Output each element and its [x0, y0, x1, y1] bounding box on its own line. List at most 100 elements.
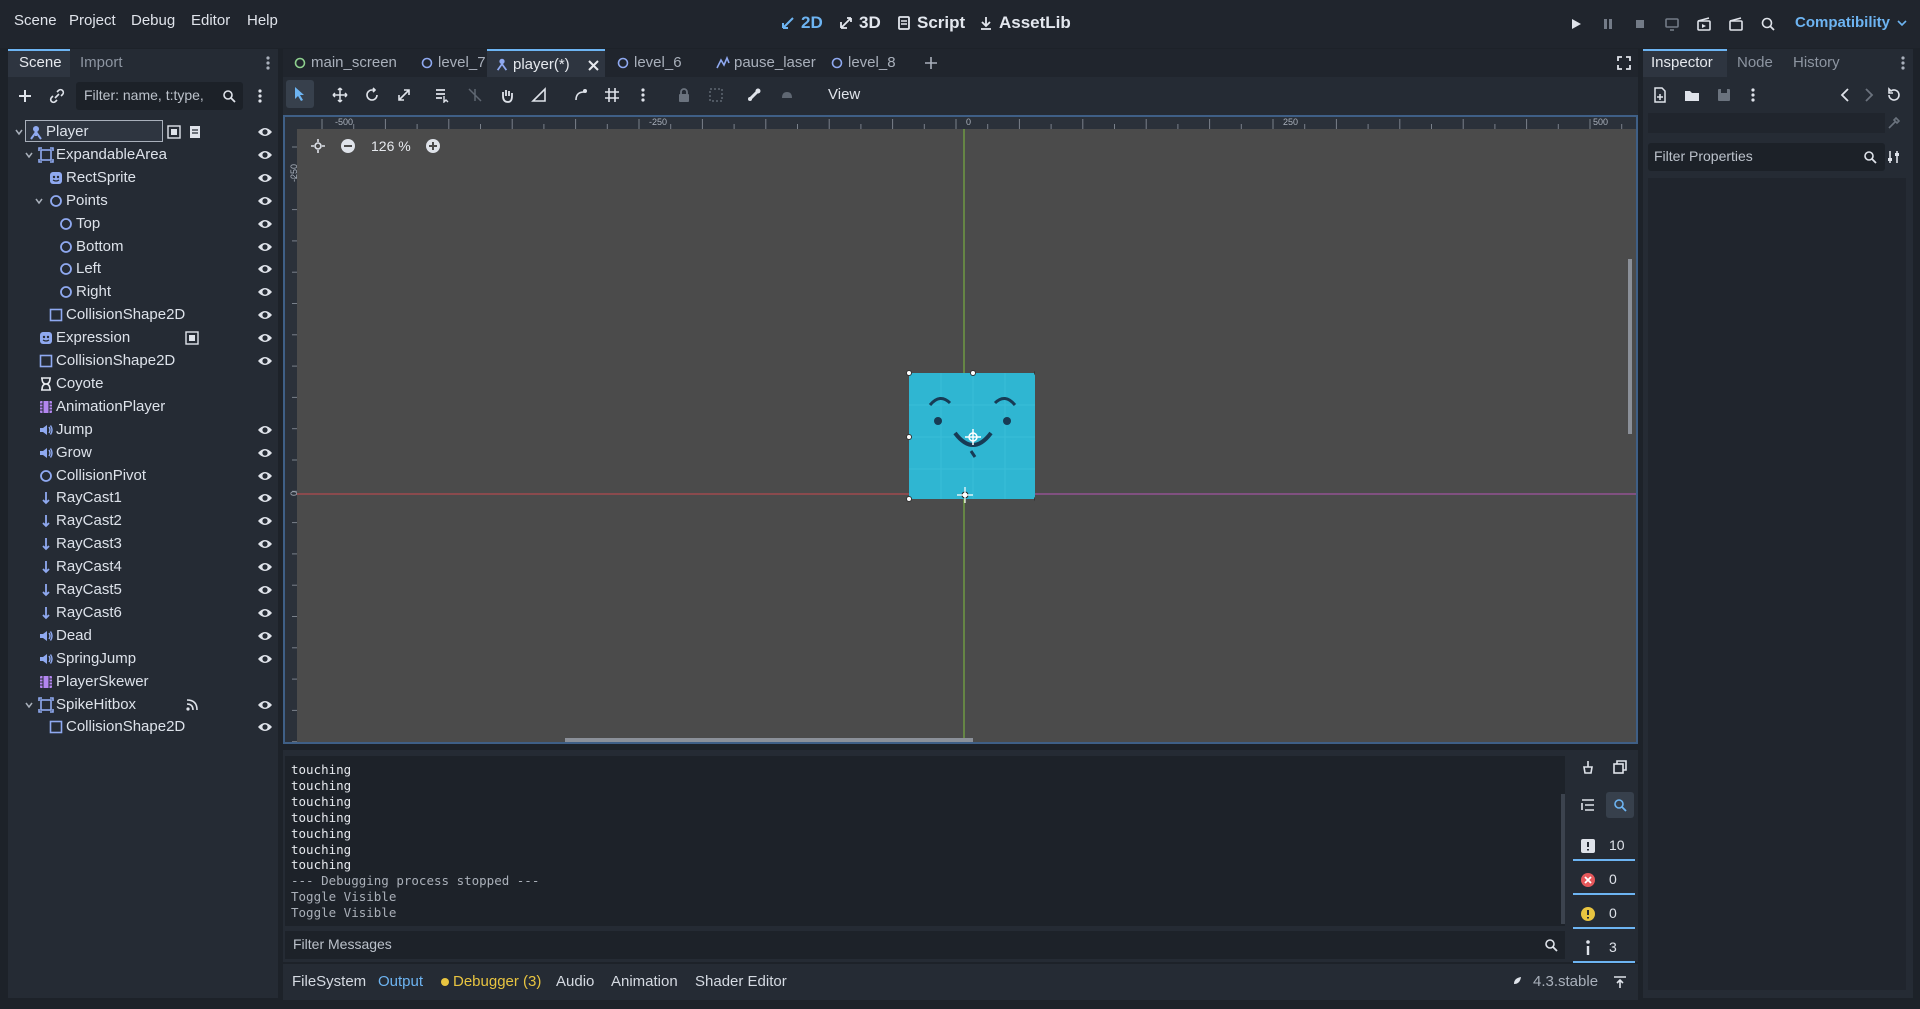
visibility-eye-icon[interactable]: [257, 446, 273, 460]
editor-tab[interactable]: level_6: [608, 49, 706, 77]
zoom-level[interactable]: 126 %: [371, 138, 411, 154]
filter-messages-toggle[interactable]: 10: [1573, 831, 1635, 861]
editor-tab[interactable]: level_7: [412, 49, 486, 77]
visibility-eye-icon[interactable]: [257, 331, 273, 345]
center-view-icon[interactable]: [310, 138, 326, 154]
visibility-eye-icon[interactable]: [257, 720, 273, 734]
tab-debugger[interactable]: Debugger (3): [453, 973, 541, 990]
filter-errors-toggle[interactable]: 0: [1573, 865, 1635, 895]
visibility-eye-icon[interactable]: [257, 583, 273, 597]
tab-scene[interactable]: Scene: [8, 49, 70, 77]
editor-tab[interactable]: main_screen: [285, 49, 410, 77]
renderer-selector[interactable]: Compatibility: [1795, 14, 1890, 31]
tree-node-collisionshape2d[interactable]: CollisionShape2D: [8, 713, 278, 741]
menu-project[interactable]: Project: [69, 12, 116, 29]
instance-icon[interactable]: [167, 125, 181, 139]
add-node-icon[interactable]: [17, 88, 33, 104]
new-resource-icon[interactable]: [1652, 87, 1668, 103]
object-history-icon[interactable]: [1886, 87, 1902, 103]
close-icon[interactable]: [588, 60, 599, 71]
signal-icon[interactable]: [185, 698, 199, 712]
zoom-out-icon[interactable]: [340, 138, 356, 154]
chevron-down-icon[interactable]: [14, 127, 24, 137]
filter-info-toggle[interactable]: 3: [1573, 933, 1635, 963]
visibility-eye-icon[interactable]: [257, 308, 273, 322]
visibility-eye-icon[interactable]: [257, 125, 273, 139]
visibility-eye-icon[interactable]: [257, 469, 273, 483]
grid-snap-icon[interactable]: [604, 87, 620, 103]
visibility-eye-icon[interactable]: [257, 537, 273, 551]
open-folder-icon[interactable]: [1684, 87, 1700, 103]
workspace-2d-button[interactable]: 2D: [780, 13, 823, 33]
visibility-eye-icon[interactable]: [257, 514, 273, 528]
tab-output[interactable]: Output: [378, 973, 423, 990]
resource-options-icon[interactable]: [1751, 87, 1755, 103]
chevron-down-icon[interactable]: [24, 700, 34, 710]
visibility-eye-icon[interactable]: [257, 262, 273, 276]
bone-icon[interactable]: [746, 87, 762, 103]
visibility-eye-icon[interactable]: [257, 217, 273, 231]
remote-debug-button[interactable]: [1662, 14, 1682, 34]
distraction-free-icon[interactable]: [1616, 55, 1632, 71]
inspector-settings-icon[interactable]: [1886, 149, 1902, 165]
lock-icon[interactable]: [676, 87, 692, 103]
visibility-eye-icon[interactable]: [257, 560, 273, 574]
visibility-eye-icon[interactable]: [257, 698, 273, 712]
visibility-eye-icon[interactable]: [257, 285, 273, 299]
menu-editor[interactable]: Editor: [191, 12, 230, 29]
pan-tool-icon[interactable]: [499, 87, 515, 103]
pivot-tool-icon[interactable]: [467, 87, 483, 103]
smart-snap-icon[interactable]: [573, 87, 589, 103]
scene-filter-input[interactable]: Filter: name, t:type,: [76, 82, 243, 110]
player-sprite[interactable]: [895, 365, 1035, 505]
workspace-3d-button[interactable]: 3D: [838, 13, 881, 33]
menu-debug[interactable]: Debug: [131, 12, 175, 29]
output-scrollbar[interactable]: [1561, 794, 1565, 924]
clear-output-icon[interactable]: [1580, 759, 1596, 775]
group-icon[interactable]: [708, 87, 724, 103]
visibility-eye-icon[interactable]: [257, 354, 273, 368]
visibility-eye-icon[interactable]: [257, 491, 273, 505]
update-spinner-icon[interactable]: [1508, 974, 1524, 990]
rotate-tool-icon[interactable]: [364, 87, 380, 103]
select-tool-button[interactable]: [286, 80, 314, 108]
visibility-eye-icon[interactable]: [257, 629, 273, 643]
link-icon[interactable]: [49, 88, 65, 104]
dock-menu-icon[interactable]: [266, 55, 270, 71]
visibility-eye-icon[interactable]: [257, 606, 273, 620]
tab-audio[interactable]: Audio: [556, 973, 594, 990]
canvas-viewport[interactable]: -500 -250 0 250 500 -250 0 126 %: [283, 115, 1638, 744]
snap-options-icon[interactable]: [641, 87, 645, 103]
history-back-icon[interactable]: [1839, 87, 1851, 103]
workspace-script-button[interactable]: Script: [896, 13, 965, 33]
particles-icon[interactable]: [779, 87, 795, 103]
scale-tool-icon[interactable]: [396, 87, 412, 103]
history-forward-icon[interactable]: [1863, 87, 1875, 103]
visibility-eye-icon[interactable]: [257, 240, 273, 254]
visibility-eye-icon[interactable]: [257, 148, 273, 162]
editor-tab[interactable]: level_8: [822, 49, 912, 77]
tab-history[interactable]: History: [1793, 54, 1840, 71]
tab-node[interactable]: Node: [1737, 54, 1773, 71]
workspace-assetlib-button[interactable]: AssetLib: [978, 13, 1071, 33]
save-icon[interactable]: [1716, 87, 1732, 103]
visibility-eye-icon[interactable]: [257, 423, 273, 437]
filter-properties-input[interactable]: Filter Properties: [1648, 143, 1885, 171]
chevron-down-icon[interactable]: [24, 150, 34, 160]
editor-tab[interactable]: pause_laser: [708, 49, 820, 77]
tab-shader-editor[interactable]: Shader Editor: [695, 973, 787, 990]
movie-maker-button[interactable]: [1758, 14, 1778, 34]
run-custom-scene-button[interactable]: [1726, 14, 1746, 34]
visibility-eye-icon[interactable]: [257, 194, 273, 208]
collapse-duplicates-icon[interactable]: [1580, 797, 1596, 813]
menu-help[interactable]: Help: [247, 12, 278, 29]
tab-animation[interactable]: Animation: [611, 973, 678, 990]
add-tab-icon[interactable]: [923, 55, 939, 71]
chevron-down-icon[interactable]: [34, 196, 44, 206]
tab-filesystem[interactable]: FileSystem: [292, 973, 366, 990]
pause-button[interactable]: [1598, 14, 1618, 34]
visibility-eye-icon[interactable]: [257, 652, 273, 666]
menu-scene[interactable]: Scene: [14, 12, 57, 29]
copy-output-icon[interactable]: [1612, 759, 1628, 775]
dock-menu-icon[interactable]: [1901, 55, 1905, 71]
